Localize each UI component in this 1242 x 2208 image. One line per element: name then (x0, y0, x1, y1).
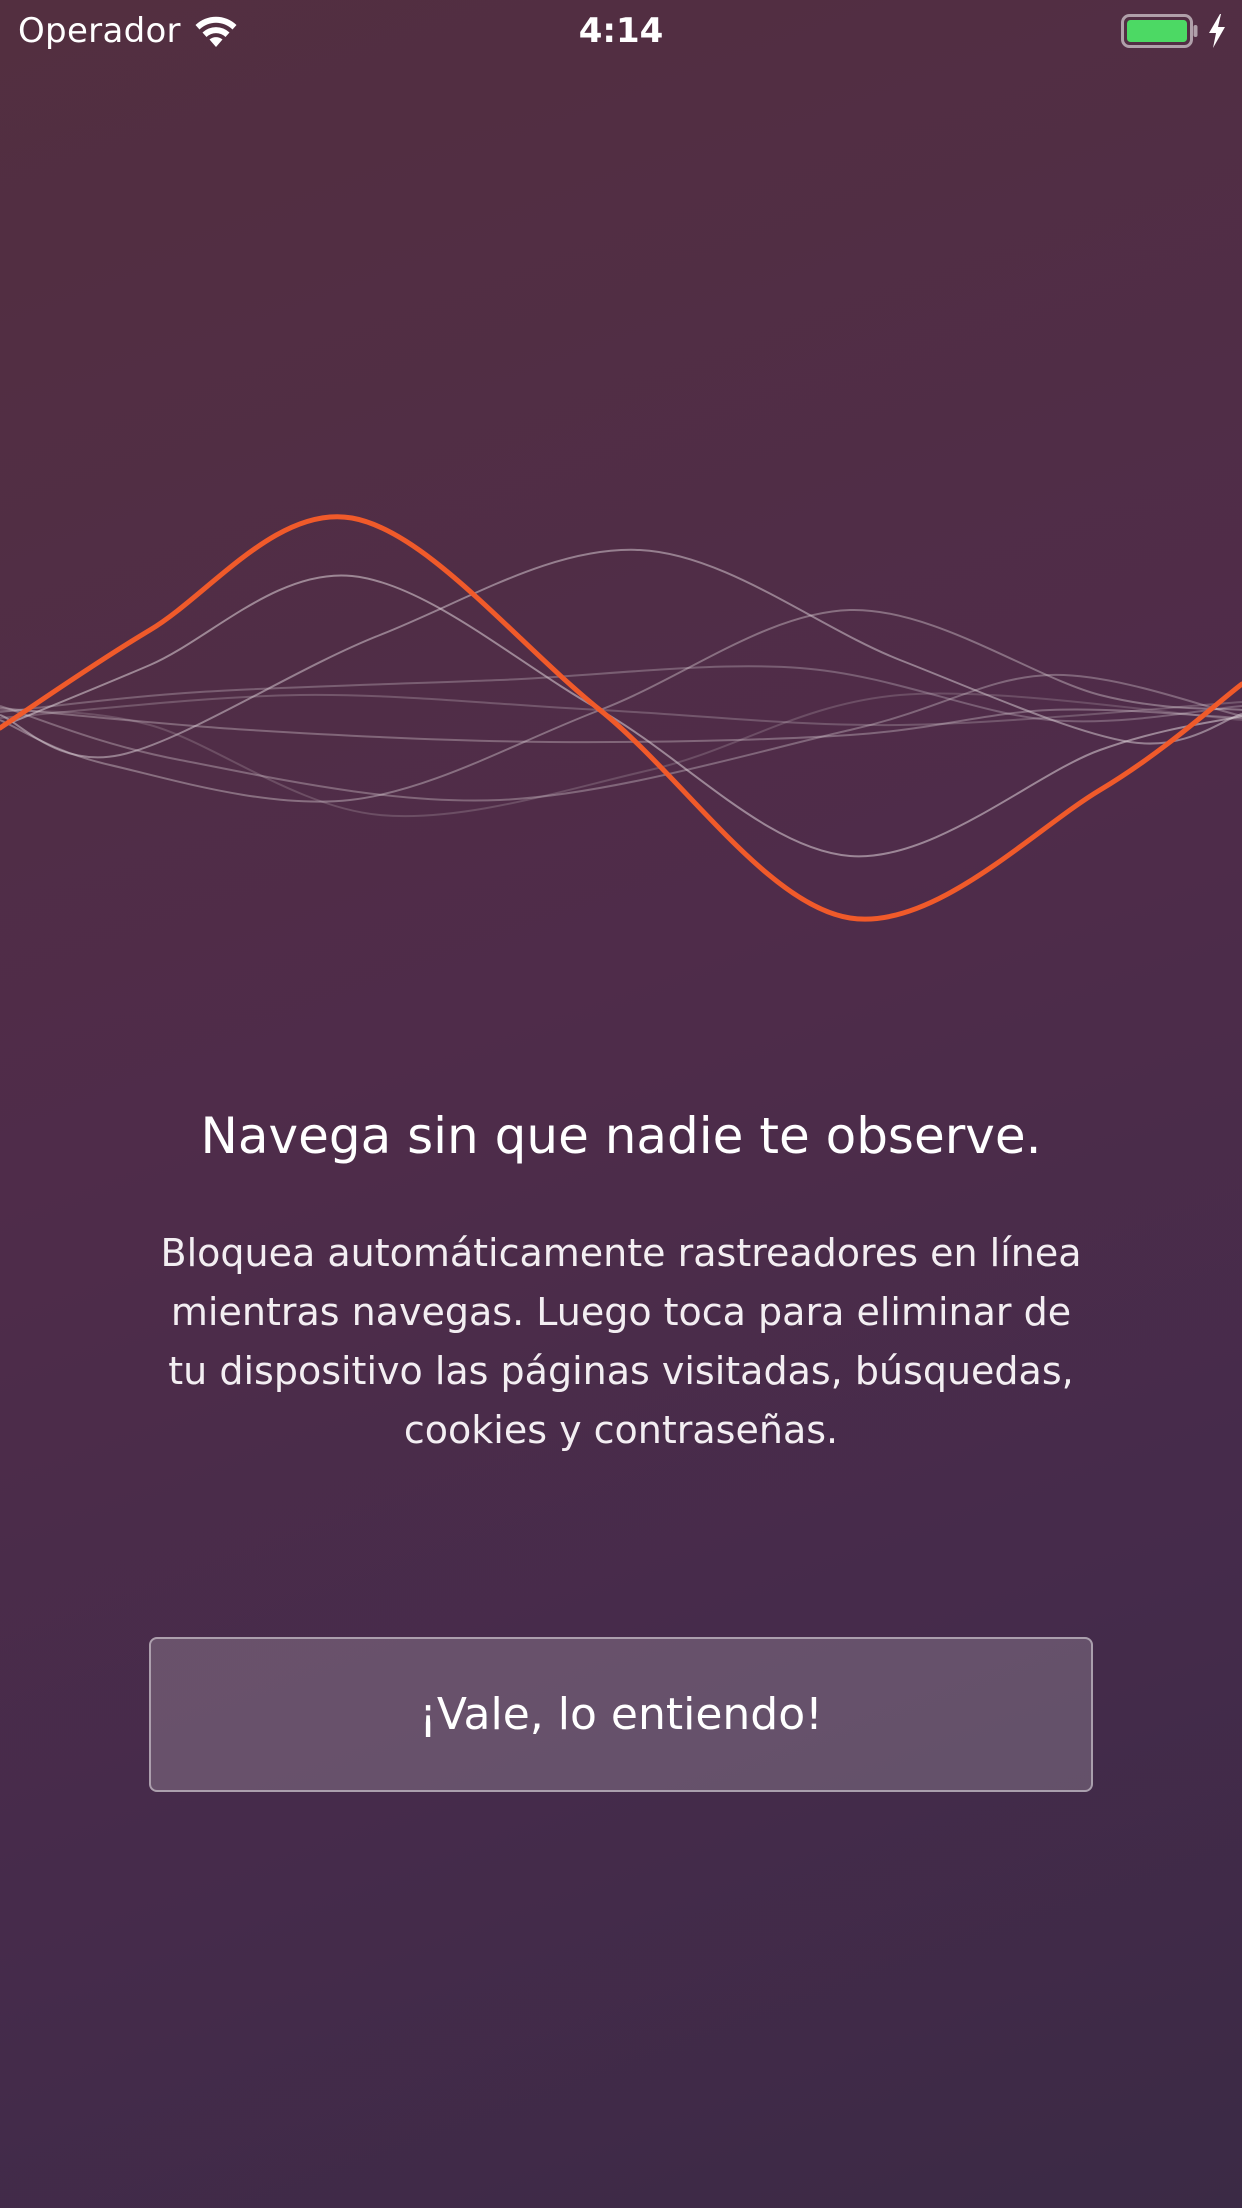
accent-wave-line (0, 514, 1242, 922)
sound-wave-illustration (0, 514, 1242, 922)
confirm-button[interactable]: ¡Vale, lo entiendo! (149, 1637, 1093, 1792)
description-line: tu dispositivo las páginas visitadas, bú… (168, 1349, 1074, 1393)
charging-bolt-icon (1209, 14, 1225, 48)
status-time: 4:14 (578, 11, 664, 51)
battery-icon (1121, 14, 1198, 48)
status-bar: Operador 4:14 (0, 0, 1242, 62)
description-line: cookies y contraseñas. (403, 1408, 839, 1452)
description-line: Bloquea automáticamente rastreadores en … (160, 1231, 1082, 1275)
description-line: mientras navegas. Luego toca para elimin… (170, 1290, 1072, 1334)
onboarding-headline: Navega sin que nadie te observe. (200, 1107, 1042, 1165)
faint-wave-line (0, 608, 1242, 803)
onboarding-description: Bloquea automáticamente rastreadores en … (146, 1224, 1096, 1460)
